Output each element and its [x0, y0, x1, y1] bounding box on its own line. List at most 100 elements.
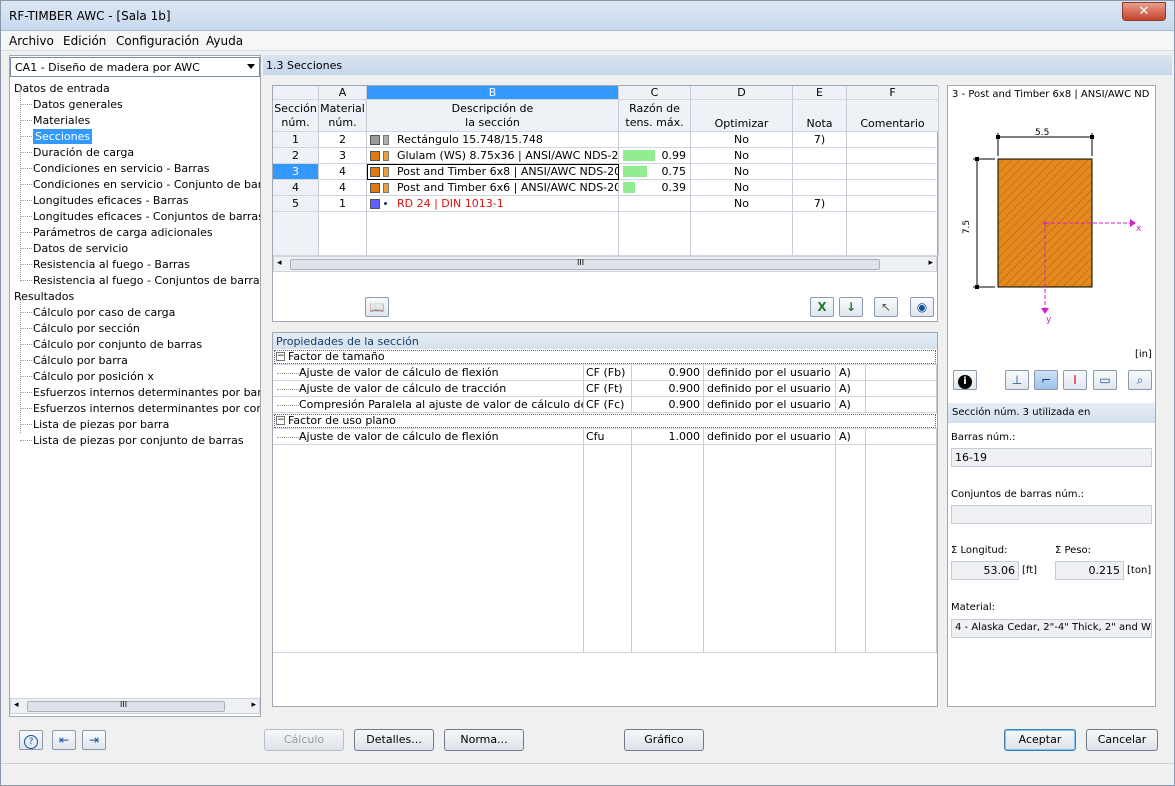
material-number[interactable]: 4 [319, 164, 367, 180]
ratio-cell[interactable] [619, 196, 691, 212]
comment-cell[interactable] [847, 196, 939, 212]
property-value[interactable]: 1.000 [632, 429, 704, 445]
library-button[interactable]: 📖 [365, 297, 389, 317]
comment-cell[interactable] [847, 132, 939, 148]
tree-item[interactable]: Duración de carga [33, 145, 134, 160]
tree-item[interactable]: Datos de servicio [33, 241, 128, 256]
property-group-header[interactable]: − Factor de tamaño [273, 349, 937, 365]
tree-item[interactable]: Condiciones en servicio - Barras [33, 161, 209, 176]
collapse-icon[interactable]: − [276, 352, 285, 361]
show-values-button[interactable]: ▭ [1093, 370, 1117, 390]
row-number[interactable]: 1 [273, 132, 319, 148]
column-letter-a[interactable]: A [319, 86, 367, 100]
tree-item[interactable]: Longitudes eficaces - Barras [33, 193, 189, 208]
column-letter-c[interactable]: C [619, 86, 691, 100]
row-number[interactable]: 4 [273, 180, 319, 196]
graphic-button[interactable]: Gráfico [624, 729, 704, 751]
optimize-cell[interactable]: No [691, 148, 793, 164]
tree-group-results[interactable]: Resultados [14, 289, 74, 304]
note-cell[interactable] [793, 180, 847, 196]
cancel-button[interactable]: Cancelar [1086, 729, 1158, 751]
section-description[interactable]: Post and Timber 6x8 | ANSI/AWC NDS-2012+ [367, 164, 619, 180]
section-description[interactable]: Glulam (WS) 8.75x36 | ANSI/AWC NDS-2012 [367, 148, 619, 164]
details-button[interactable]: Detalles... [354, 729, 434, 751]
optimize-cell[interactable]: No [691, 164, 793, 180]
tree-item[interactable]: Cálculo por posición x [33, 369, 154, 384]
ratio-cell[interactable] [619, 132, 691, 148]
help-button[interactable]: ? [19, 730, 43, 750]
tree-item[interactable]: Cálculo por caso de carga [33, 305, 175, 320]
menu-configuracion[interactable]: Configuración [116, 34, 199, 48]
previous-button[interactable]: ⇤ [52, 730, 76, 750]
note-cell[interactable]: 7) [793, 196, 847, 212]
tree-item[interactable]: Cálculo por conjunto de barras [33, 337, 202, 352]
tree-item[interactable]: Materiales [33, 113, 90, 128]
column-letter-e[interactable]: E [793, 86, 847, 100]
select-graphic-button[interactable]: ↖ [874, 297, 898, 317]
next-button[interactable]: ⇥ [82, 730, 106, 750]
property-value[interactable]: 0.900 [632, 397, 704, 413]
tree-hscrollbar[interactable]: ◂ III ▸ [10, 698, 260, 714]
property-value[interactable]: 0.900 [632, 381, 704, 397]
show-dimensions-button[interactable]: I [1063, 370, 1087, 390]
column-letter-d[interactable]: D [691, 86, 793, 100]
comment-cell[interactable] [847, 180, 939, 196]
column-letter-f[interactable]: F [847, 86, 939, 100]
import-excel-button[interactable]: ↓ [839, 297, 863, 317]
comment-cell[interactable] [847, 148, 939, 164]
view-iso-button[interactable]: ⊥ [1005, 370, 1029, 390]
tree-item[interactable]: Lista de piezas por barra [33, 417, 169, 432]
note-cell[interactable] [793, 164, 847, 180]
optimize-cell[interactable]: No [691, 180, 793, 196]
tree-item[interactable]: Longitudes eficaces - Conjuntos de barra… [33, 209, 260, 224]
scroll-right-icon[interactable]: ▸ [928, 258, 933, 268]
tree-scroll-thumb[interactable]: III [27, 700, 225, 712]
tree-item[interactable]: Lista de piezas por conjunto de barras [33, 433, 244, 448]
menu-edicion[interactable]: Edición [63, 34, 106, 48]
export-excel-button[interactable]: X [810, 297, 834, 317]
case-select[interactable]: CA1 - Diseño de madera por AWC [10, 57, 260, 77]
row-number[interactable]: 3 [273, 164, 319, 180]
optimize-cell[interactable]: No [691, 132, 793, 148]
tree-group-input[interactable]: Datos de entrada [14, 81, 110, 96]
menu-ayuda[interactable]: Ayuda [206, 34, 243, 48]
calc-button[interactable]: Cálculo [264, 729, 344, 751]
property-group-header[interactable]: − Factor de uso plano [273, 413, 937, 429]
section-description[interactable]: RD 24 | DIN 1013-1 [367, 196, 619, 212]
tree-item[interactable]: Cálculo por barra [33, 353, 128, 368]
ok-button[interactable]: Aceptar [1004, 729, 1076, 751]
ratio-cell[interactable]: 0.75 [619, 164, 691, 180]
tree-item[interactable]: Cálculo por sección [33, 321, 140, 336]
tree-item[interactable]: Datos generales [33, 97, 123, 112]
note-cell[interactable]: 7) [793, 132, 847, 148]
material-number[interactable]: 1 [319, 196, 367, 212]
close-button[interactable]: ✕ [1122, 2, 1166, 21]
ratio-cell[interactable]: 0.99 [619, 148, 691, 164]
info-button[interactable]: i [953, 370, 977, 390]
view-button[interactable]: ◉ [910, 297, 934, 317]
tree-item[interactable]: Esfuerzos internos determinantes por con… [33, 401, 260, 416]
comment-cell[interactable] [847, 164, 939, 180]
row-number[interactable]: 5 [273, 196, 319, 212]
optimize-cell[interactable]: No [691, 196, 793, 212]
scroll-left-icon[interactable]: ◂ [277, 258, 282, 268]
material-number[interactable]: 3 [319, 148, 367, 164]
show-axes-button[interactable]: ⌐ [1034, 370, 1058, 390]
table-hscrollbar[interactable]: ◂ III ▸ [273, 256, 937, 272]
tree-item[interactable]: Condiciones en servicio - Conjunto de ba… [33, 177, 260, 192]
property-value[interactable]: 0.900 [632, 365, 704, 381]
reset-view-button[interactable]: ⌕ [1128, 370, 1152, 390]
column-letter-b[interactable]: B [367, 86, 619, 100]
note-cell[interactable] [793, 148, 847, 164]
norm-button[interactable]: Norma... [444, 729, 524, 751]
section-description[interactable]: Post and Timber 6x6 | ANSI/AWC NDS-2012 [367, 180, 619, 196]
tree-item[interactable]: Resistencia al fuego - Barras [33, 257, 190, 272]
tree-item[interactable]: Parámetros de carga adicionales [33, 225, 213, 240]
table-scroll-thumb[interactable]: III [290, 258, 880, 270]
tree-item[interactable]: Resistencia al fuego - Conjuntos de barr… [33, 273, 260, 288]
material-number[interactable]: 4 [319, 180, 367, 196]
row-number[interactable]: 2 [273, 148, 319, 164]
scroll-right-icon[interactable]: ▸ [251, 700, 256, 710]
tree-item[interactable]: Secciones [33, 129, 93, 144]
section-description[interactable]: Rectángulo 15.748/15.748 [367, 132, 619, 148]
